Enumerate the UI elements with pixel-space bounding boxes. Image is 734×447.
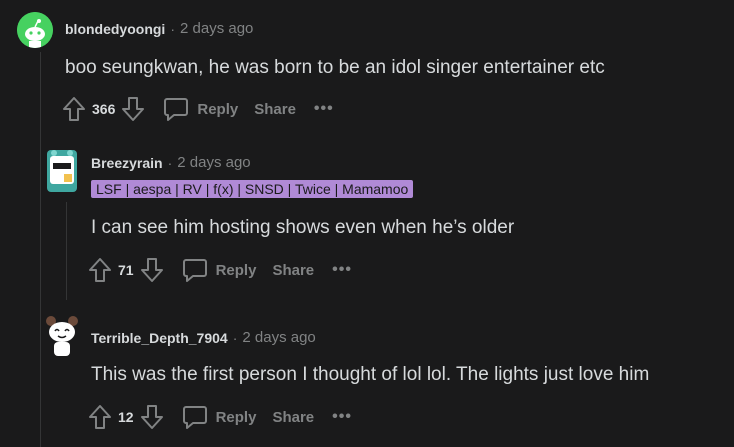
thread-line-child[interactable] [66,202,67,300]
custom-avatar-icon [47,150,77,192]
share-button[interactable]: Share [272,262,314,279]
comment-author[interactable]: Breezyrain [91,155,163,171]
comment-meta: blondedyoongi · 2 days ago [65,20,253,37]
vote-score: 12 [118,409,134,425]
comment-actions: 366 Reply Share ••• [62,96,334,122]
meta-separator: · [170,20,175,37]
reply-label: Reply [215,261,257,279]
user-avatar[interactable] [44,312,80,358]
snoo-avatar-icon [46,316,78,356]
reply-button[interactable]: Reply [182,404,257,430]
comment-time[interactable]: 2 days ago [242,329,315,346]
more-options-button[interactable]: ••• [332,261,352,279]
more-options-button[interactable]: ••• [314,100,334,118]
vote-score: 366 [92,101,116,117]
comment-body: boo seungkwan, he was born to be an idol… [65,57,605,78]
reply-button[interactable]: Reply [182,257,257,283]
share-button[interactable]: Share [254,101,296,118]
reply-button[interactable]: Reply [163,96,238,122]
reply-label: Reply [215,408,257,426]
vote-score: 71 [118,262,134,278]
snoo-avatar-icon [17,12,53,48]
user-avatar[interactable] [44,148,80,194]
upvote-icon[interactable] [88,257,112,283]
comment-bubble-icon [164,98,189,121]
comment-actions: 71 Reply Share ••• [88,257,352,283]
user-flair: LSF | aespa | RV | f(x) | SNSD | Twice |… [91,180,414,198]
comment-bubble-icon [182,259,207,282]
comment-author[interactable]: Terrible_Depth_7904 [91,330,228,346]
comment-time[interactable]: 2 days ago [177,154,250,171]
comment-bubble-icon [182,406,207,429]
upvote-icon[interactable] [88,404,112,430]
comment-body: This was the first person I thought of l… [91,364,650,385]
comment-body: I can see him hosting shows even when he… [91,217,515,238]
comment-meta: Breezyrain · 2 days ago [91,154,251,171]
comment-time[interactable]: 2 days ago [180,20,253,37]
meta-separator: · [167,154,173,171]
reply-label: Reply [197,100,239,118]
comment-author[interactable]: blondedyoongi [65,21,165,37]
comment-actions: 12 Reply Share ••• [88,404,352,430]
thread-line-root[interactable] [40,52,41,447]
downvote-icon[interactable] [121,96,145,122]
meta-separator: · [232,329,238,346]
downvote-icon[interactable] [140,404,164,430]
more-options-button[interactable]: ••• [332,408,352,426]
comment-meta: Terrible_Depth_7904 · 2 days ago [91,329,316,346]
share-button[interactable]: Share [272,409,314,426]
upvote-icon[interactable] [62,96,86,122]
user-avatar[interactable] [17,12,53,48]
downvote-icon[interactable] [140,257,164,283]
